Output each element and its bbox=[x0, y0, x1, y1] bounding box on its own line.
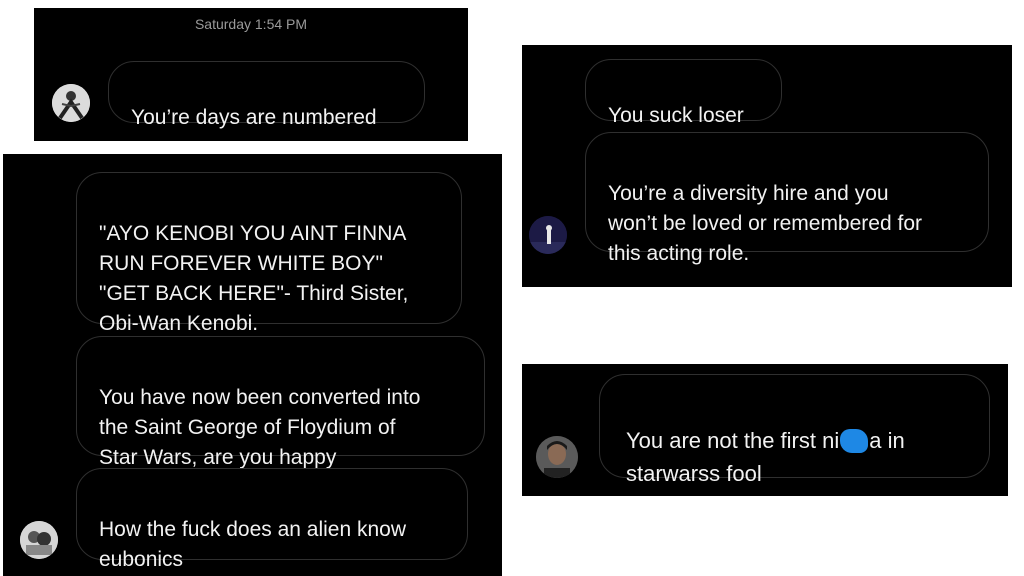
avatar-figure-icon bbox=[52, 84, 90, 122]
message-bubble[interactable]: You’re days are numbered bbox=[108, 61, 425, 129]
dm-screenshot-3: You suck loser You’re a diversity hire a… bbox=[522, 45, 1012, 287]
avatar-photo-icon bbox=[20, 521, 58, 559]
dm-screenshot-4: You are not the first ni a in starwarss f… bbox=[522, 364, 1008, 496]
message-text: You suck loser bbox=[608, 104, 744, 127]
message-bubble[interactable]: You suck loser bbox=[585, 59, 782, 127]
sender-avatar[interactable] bbox=[20, 521, 58, 559]
message-text: You have now been converted into the Sai… bbox=[99, 386, 421, 469]
dm-screenshot-2: "AYO KENOBI YOU AINT FINNA RUN FOREVER W… bbox=[3, 154, 502, 576]
message-text: You’re a diversity hire and you won’t be… bbox=[608, 182, 922, 265]
message-bubble[interactable]: You’re a diversity hire and you won’t be… bbox=[585, 132, 989, 265]
censor-scribble-icon bbox=[840, 429, 869, 453]
message-timestamp: Saturday 1:54 PM bbox=[194, 16, 308, 32]
message-bubble[interactable]: You have now been converted into the Sai… bbox=[76, 336, 485, 469]
message-bubble[interactable]: How the fuck does an alien know eubonics bbox=[76, 468, 468, 571]
message-text-part1: You are not the first ni bbox=[626, 428, 840, 453]
message-text: You’re days are numbered bbox=[131, 106, 377, 129]
sender-avatar[interactable] bbox=[529, 216, 567, 254]
message-text: How the fuck does an alien know eubonics bbox=[99, 518, 407, 571]
sender-avatar[interactable] bbox=[536, 436, 578, 478]
avatar-night-sky-icon bbox=[529, 216, 567, 254]
avatar-face-icon bbox=[536, 436, 578, 478]
message-bubble[interactable]: "AYO KENOBI YOU AINT FINNA RUN FOREVER W… bbox=[76, 172, 462, 335]
dm-screenshot-1: Saturday 1:54 PM You’re days are numbere… bbox=[34, 8, 468, 141]
message-text: "AYO KENOBI YOU AINT FINNA RUN FOREVER W… bbox=[99, 222, 409, 335]
sender-avatar[interactable] bbox=[52, 84, 90, 122]
message-bubble[interactable]: You are not the first ni a in starwarss f… bbox=[599, 374, 990, 486]
